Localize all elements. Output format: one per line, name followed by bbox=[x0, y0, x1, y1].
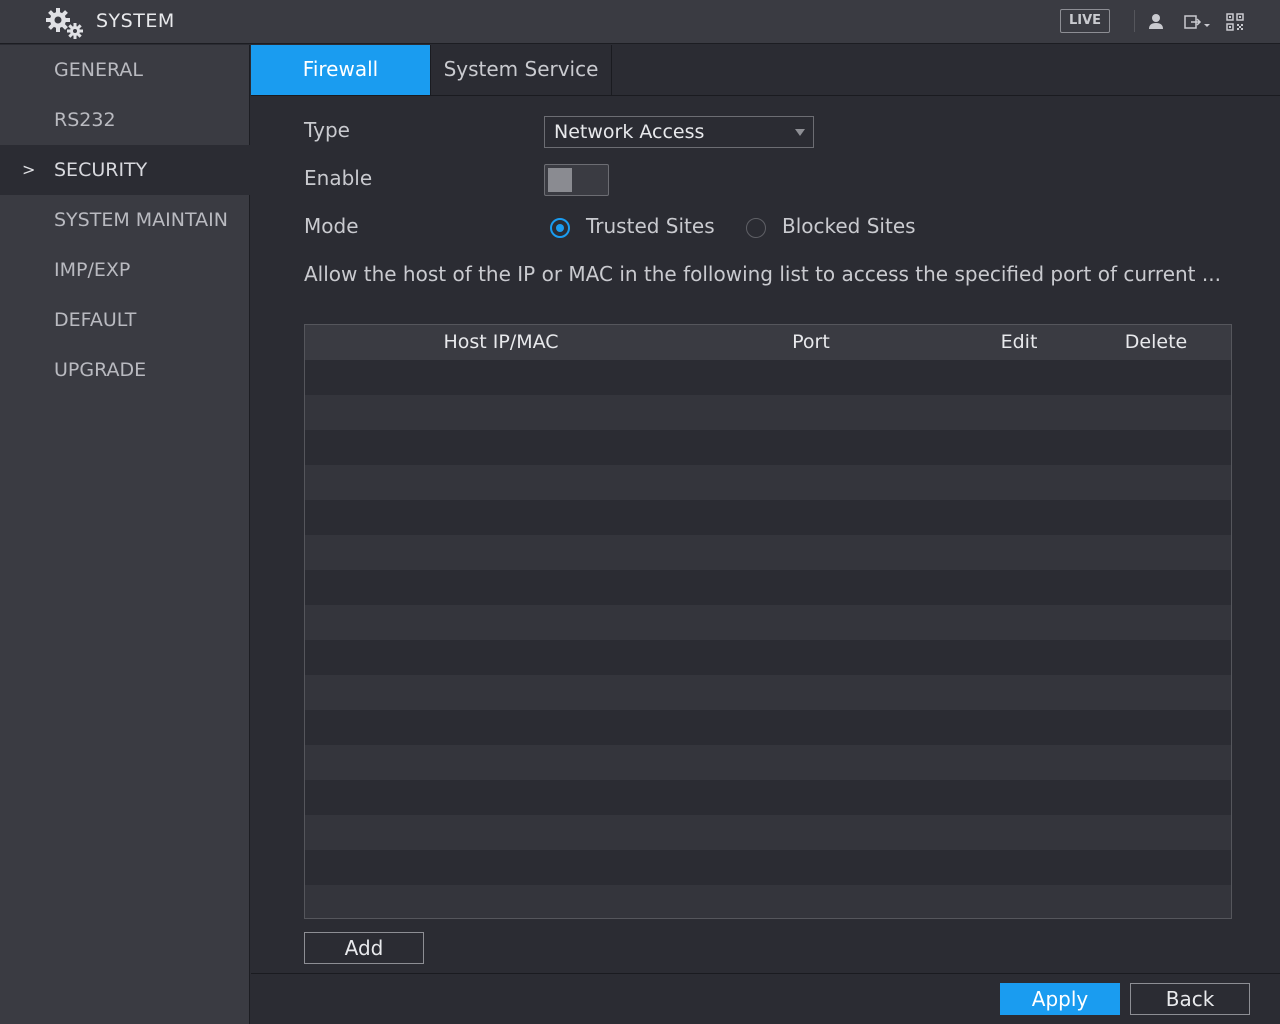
logout-icon[interactable] bbox=[1183, 12, 1213, 32]
sidebar-item-label: GENERAL bbox=[54, 59, 143, 81]
enable-label: Enable bbox=[304, 166, 373, 190]
table-row bbox=[305, 395, 1231, 430]
tab-system-service[interactable]: System Service bbox=[431, 45, 612, 95]
radio-blocked-sites-label[interactable]: Blocked Sites bbox=[782, 214, 916, 238]
column-edit: Edit bbox=[1000, 331, 1038, 353]
sidebar-item-label: IMP/EXP bbox=[54, 259, 131, 281]
apply-button[interactable]: Apply bbox=[1000, 983, 1120, 1015]
radio-trusted-sites-label[interactable]: Trusted Sites bbox=[586, 214, 715, 238]
table-row bbox=[305, 500, 1231, 535]
chevron-right-icon: > bbox=[22, 160, 36, 179]
sidebar-item-imp-exp[interactable]: IMP/EXP bbox=[0, 245, 250, 295]
sidebar-item-label: SECURITY bbox=[54, 159, 148, 181]
top-bar: SYSTEM LIVE bbox=[0, 0, 1280, 44]
live-button[interactable]: LIVE bbox=[1060, 9, 1110, 33]
column-delete: Delete bbox=[1124, 331, 1188, 353]
sidebar-item-label: UPGRADE bbox=[54, 359, 147, 381]
back-button[interactable]: Back bbox=[1130, 983, 1250, 1015]
qrcode-icon[interactable] bbox=[1225, 12, 1245, 32]
table-row bbox=[305, 675, 1231, 710]
table-row bbox=[305, 605, 1231, 640]
table-row bbox=[305, 710, 1231, 745]
table-row bbox=[305, 640, 1231, 675]
sidebar-item-system-maintain[interactable]: SYSTEM MAINTAIN bbox=[0, 195, 250, 245]
chevron-down-icon bbox=[795, 129, 805, 136]
column-host-ip-mac: Host IP/MAC bbox=[443, 331, 559, 353]
access-list-table: Host IP/MAC Port Edit Delete bbox=[304, 324, 1232, 919]
enable-toggle[interactable] bbox=[544, 164, 609, 196]
page-title: SYSTEM bbox=[96, 10, 175, 32]
radio-blocked-sites[interactable] bbox=[746, 218, 766, 238]
toggle-knob bbox=[548, 168, 572, 192]
sidebar-item-rs232[interactable]: RS232 bbox=[0, 95, 250, 145]
add-button[interactable]: Add bbox=[304, 932, 424, 964]
sidebar-item-label: DEFAULT bbox=[54, 309, 137, 331]
sidebar-item-default[interactable]: DEFAULT bbox=[0, 295, 250, 345]
system-gear-icon bbox=[46, 8, 83, 39]
sidebar-item-label: RS232 bbox=[54, 109, 116, 131]
divider bbox=[251, 973, 1280, 974]
sidebar-item-label: SYSTEM MAINTAIN bbox=[54, 209, 228, 231]
table-row bbox=[305, 465, 1231, 500]
table-row bbox=[305, 535, 1231, 570]
radio-trusted-sites[interactable] bbox=[550, 218, 570, 238]
type-select-value: Network Access bbox=[554, 121, 705, 143]
sidebar-item-upgrade[interactable]: UPGRADE bbox=[0, 345, 250, 395]
table-row bbox=[305, 885, 1231, 918]
type-select[interactable]: Network Access bbox=[544, 116, 814, 148]
table-row bbox=[305, 850, 1231, 885]
description-text: Allow the host of the IP or MAC in the f… bbox=[304, 262, 1221, 286]
table-row bbox=[305, 780, 1231, 815]
table-row bbox=[305, 430, 1231, 465]
table-row bbox=[305, 570, 1231, 605]
table-row bbox=[305, 360, 1231, 395]
user-icon[interactable] bbox=[1146, 12, 1166, 32]
table-row bbox=[305, 745, 1231, 780]
mode-label: Mode bbox=[304, 214, 359, 238]
sidebar-item-general[interactable]: GENERAL bbox=[0, 45, 250, 95]
table-header: Host IP/MAC Port Edit Delete bbox=[305, 325, 1231, 360]
table-row bbox=[305, 815, 1231, 850]
type-label: Type bbox=[304, 118, 350, 142]
tab-bar: Firewall System Service bbox=[251, 45, 1280, 96]
sidebar-item-security[interactable]: > SECURITY bbox=[0, 145, 250, 195]
divider bbox=[1134, 10, 1135, 32]
sidebar: GENERAL RS232 > SECURITY SYSTEM MAINTAIN… bbox=[0, 45, 250, 1024]
column-port: Port bbox=[792, 331, 830, 353]
tab-firewall[interactable]: Firewall bbox=[251, 45, 431, 95]
